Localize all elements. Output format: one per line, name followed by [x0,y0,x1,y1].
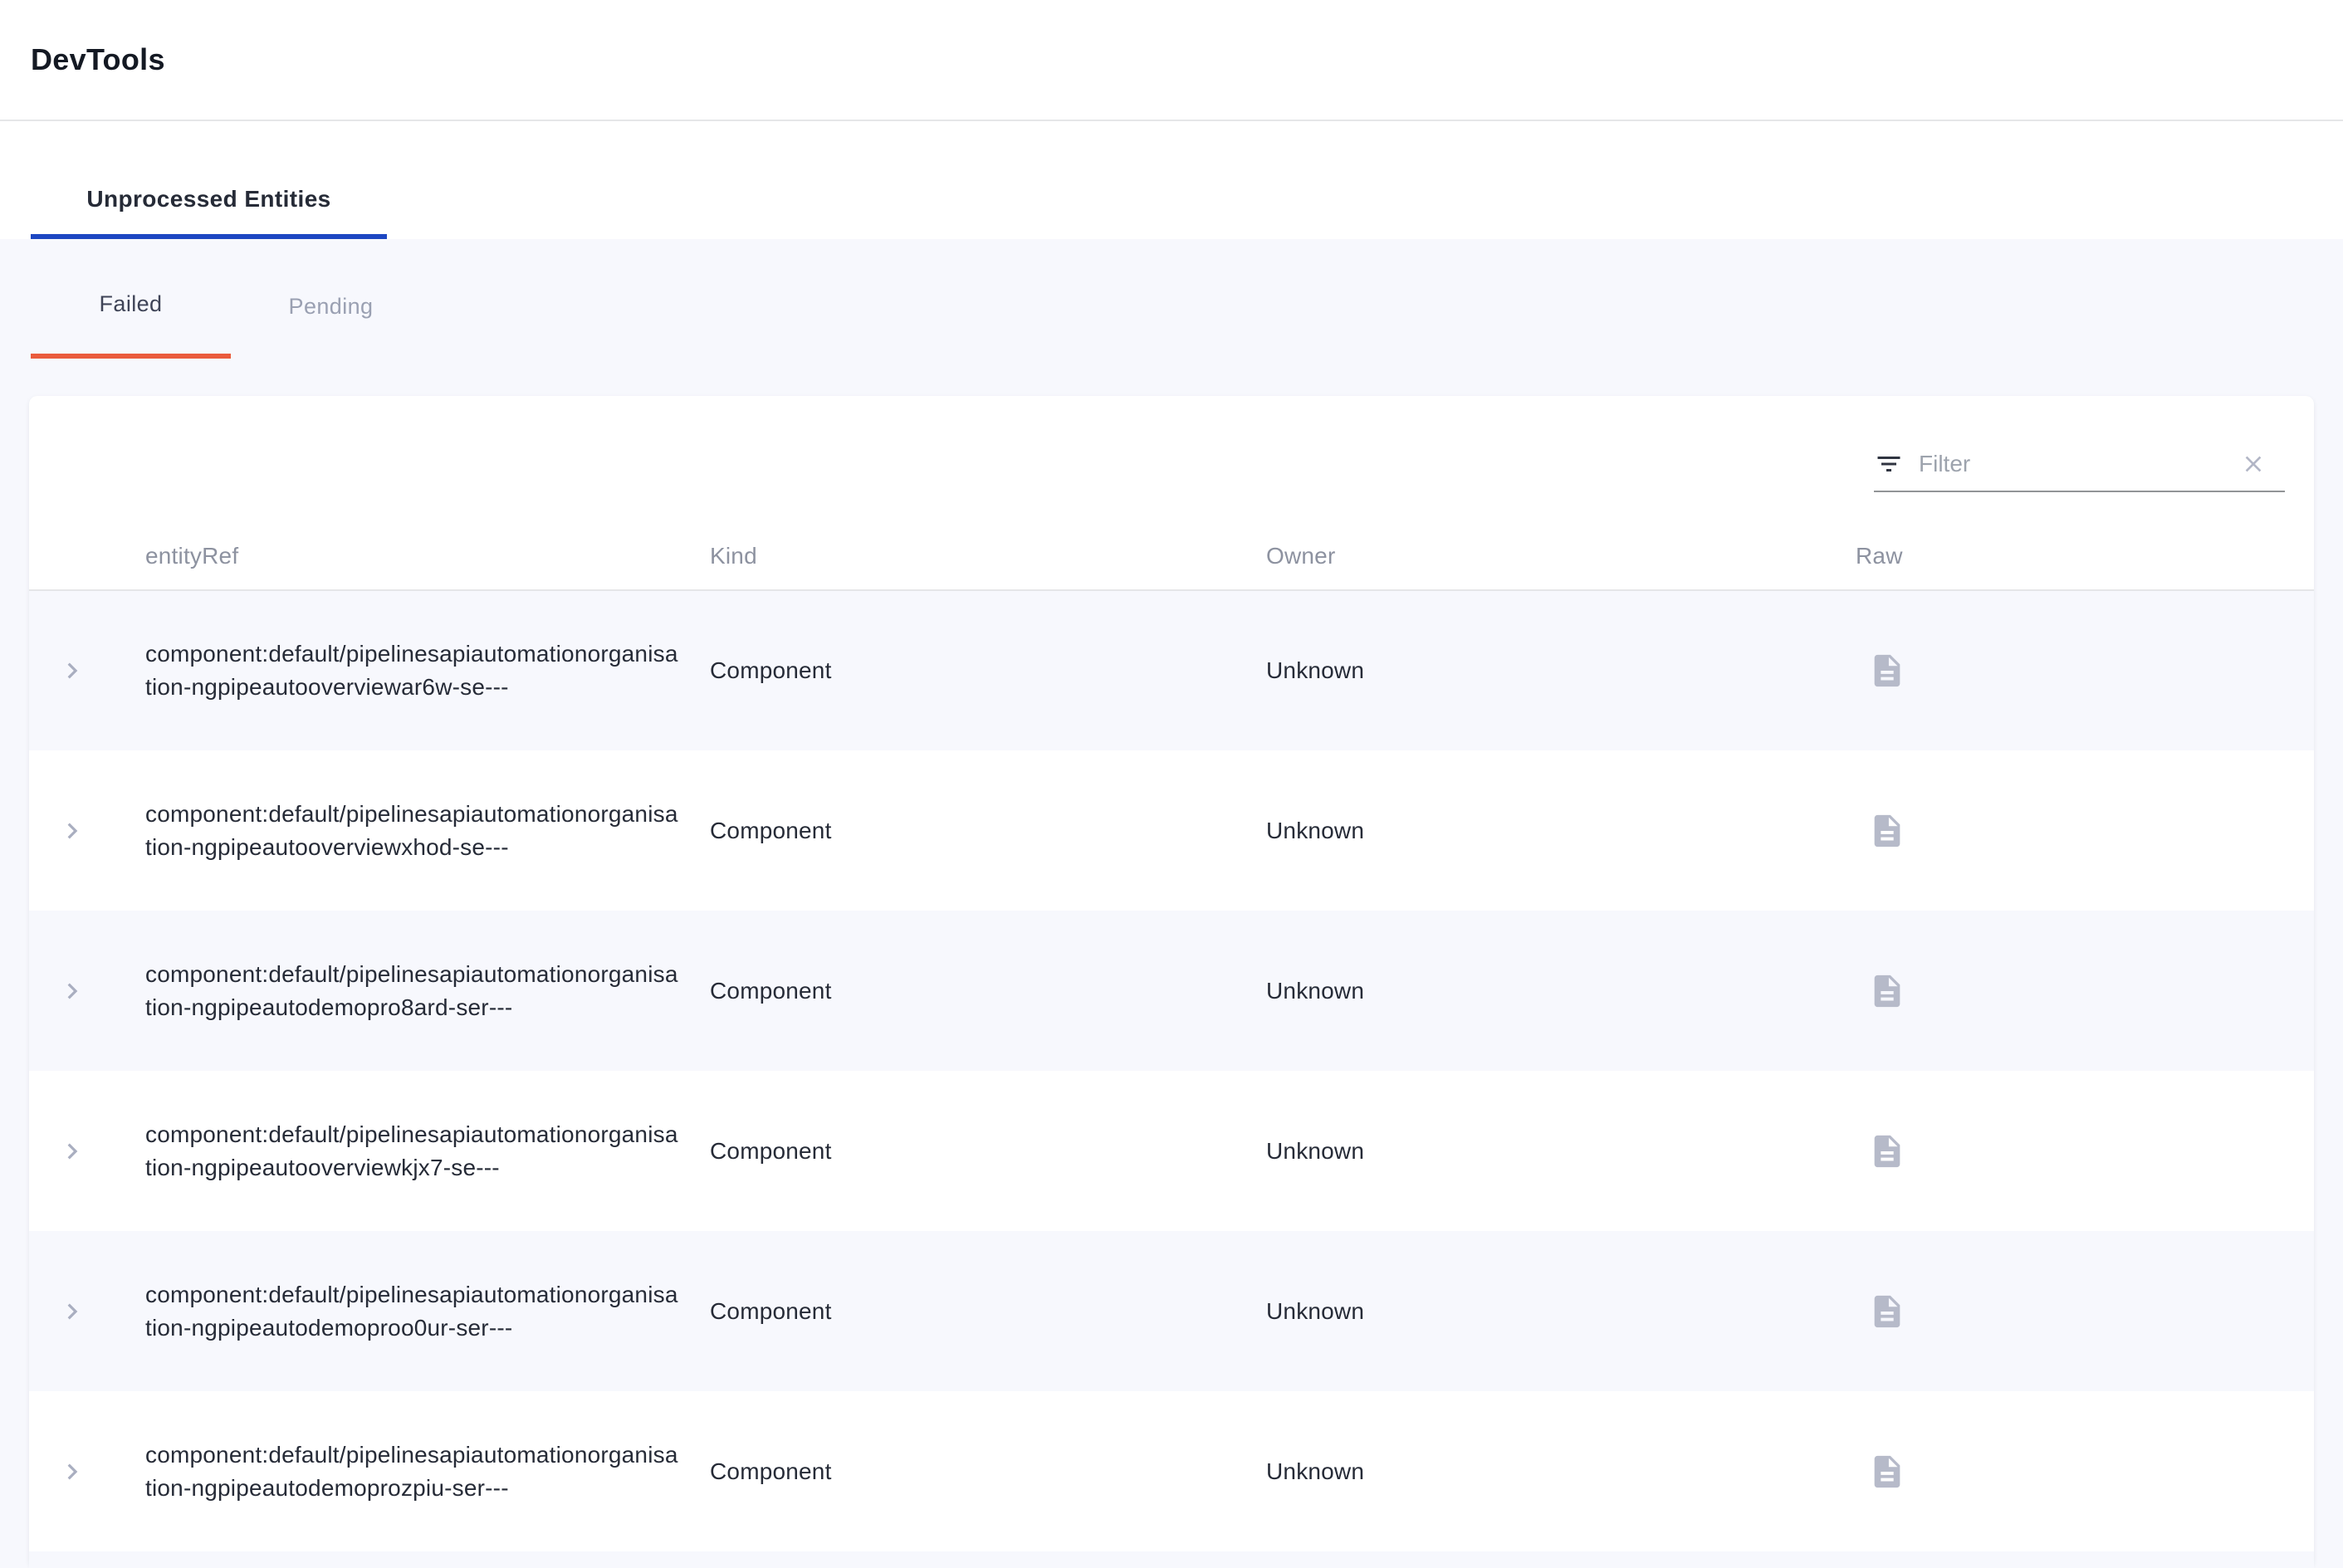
owner-cell: Unknown [1266,750,1827,911]
table-toolbar [29,396,2314,523]
chevron-right-icon [56,1136,88,1167]
entityref-cell: component:default/pipelinesapiautomation… [145,1231,710,1391]
entityref-value: component:default/pipelinesapiautomation… [145,1278,681,1345]
view-raw-button[interactable] [1868,1453,1906,1491]
expand-row-button[interactable] [56,1296,88,1327]
filter-field [1874,437,2285,492]
kind-cell: Component [710,750,1266,911]
chevron-right-icon [56,655,88,686]
entityref-value: component:default/pipelinesapiautomation… [145,637,681,704]
raw-cell [1827,1231,2314,1391]
entityref-cell: component:default/pipelinesapiautomation… [145,911,710,1071]
app-header: DevTools [0,0,2343,121]
table-row: component:default/pipelinesapiautomation… [29,911,2314,1071]
chevron-right-icon [56,815,88,847]
document-icon [1868,652,1906,690]
document-icon [1868,1132,1906,1170]
table-body: component:default/pipelinesapiautomation… [29,590,2314,1551]
expand-cell [29,1231,145,1391]
table-row: component:default/pipelinesapiautomation… [29,750,2314,911]
kind-cell: Component [710,911,1266,1071]
expand-row-button[interactable] [56,815,88,847]
tab-failed-label: Failed [100,291,163,317]
entityref-value: component:default/pipelinesapiautomation… [145,798,681,864]
expand-cell [29,1391,145,1551]
chevron-right-icon [56,1456,88,1487]
entityref-value: component:default/pipelinesapiautomation… [145,958,681,1024]
view-raw-button[interactable] [1868,1292,1906,1331]
expand-row-button[interactable] [56,1136,88,1167]
tab-pending-label: Pending [289,294,374,320]
raw-cell [1827,590,2314,750]
expand-row-button[interactable] [56,655,88,686]
expand-cell [29,911,145,1071]
status-tabs: Failed Pending [0,239,2343,396]
view-raw-button[interactable] [1868,1132,1906,1170]
entityref-value: component:default/pipelinesapiautomation… [145,1439,681,1505]
expand-cell [29,590,145,750]
tab-failed[interactable]: Failed [31,239,231,359]
owner-cell: Unknown [1266,1391,1827,1551]
clear-icon [2240,451,2267,477]
owner-cell: Unknown [1266,911,1827,1071]
table-row: component:default/pipelinesapiautomation… [29,1391,2314,1551]
entityref-cell: component:default/pipelinesapiautomation… [145,1391,710,1551]
kind-cell: Component [710,1231,1266,1391]
owner-cell: Unknown [1266,1071,1827,1231]
column-header-kind: Kind [710,523,1266,590]
column-header-owner: Owner [1266,523,1827,590]
column-header-raw: Raw [1827,523,2314,590]
entityref-value: component:default/pipelinesapiautomation… [145,1118,681,1185]
raw-cell [1827,750,2314,911]
owner-cell: Unknown [1266,1231,1827,1391]
owner-cell: Unknown [1266,590,1827,750]
filter-list-icon [1874,449,1904,479]
unprocessed-entities-table: entityRef Kind Owner Raw component:defau… [29,523,2314,1551]
chevron-right-icon [56,975,88,1007]
table-row: component:default/pipelinesapiautomation… [29,1231,2314,1391]
entityref-cell: component:default/pipelinesapiautomation… [145,1071,710,1231]
table-row: component:default/pipelinesapiautomation… [29,1071,2314,1231]
table-header: entityRef Kind Owner Raw [29,523,2314,590]
raw-cell [1827,1391,2314,1551]
view-raw-button[interactable] [1868,652,1906,690]
raw-cell [1827,1071,2314,1231]
clear-filter-button[interactable] [2240,451,2267,477]
document-icon [1868,1453,1906,1491]
devtools-page: DevTools Unprocessed Entities Failed Pen… [0,0,2343,1568]
column-header-expand [29,523,145,590]
document-icon [1868,972,1906,1010]
entityref-cell: component:default/pipelinesapiautomation… [145,750,710,911]
view-raw-button[interactable] [1868,972,1906,1010]
chevron-right-icon [56,1296,88,1327]
next-row-partial [29,1551,2314,1568]
tab-unprocessed-entities-label: Unprocessed Entities [86,186,330,212]
raw-cell [1827,911,2314,1071]
expand-row-button[interactable] [56,1456,88,1487]
document-icon [1868,1292,1906,1331]
document-icon [1868,812,1906,850]
expand-row-button[interactable] [56,975,88,1007]
tab-unprocessed-entities[interactable]: Unprocessed Entities [31,121,387,239]
entityref-cell: component:default/pipelinesapiautomation… [145,590,710,750]
column-header-entityref: entityRef [145,523,710,590]
kind-cell: Component [710,590,1266,750]
view-raw-button[interactable] [1868,812,1906,850]
table-row: component:default/pipelinesapiautomation… [29,590,2314,750]
expand-cell [29,750,145,911]
kind-cell: Component [710,1391,1266,1551]
entities-table-card: entityRef Kind Owner Raw component:defau… [29,396,2314,1568]
main-tabs: Unprocessed Entities [0,121,2343,239]
tab-pending[interactable]: Pending [231,239,431,359]
expand-cell [29,1071,145,1231]
filter-input[interactable] [1904,451,2240,477]
kind-cell: Component [710,1071,1266,1231]
page-title: DevTools [31,42,165,77]
